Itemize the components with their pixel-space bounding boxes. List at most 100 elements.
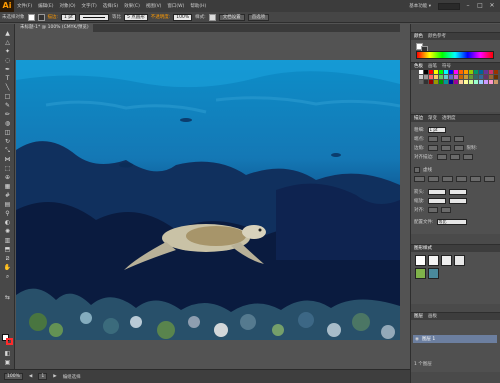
menu-effect[interactable]: 效果(C) [121, 3, 143, 9]
style-thumb-4[interactable] [454, 255, 465, 266]
dash-field-1[interactable] [414, 176, 425, 182]
color-swatch[interactable] [459, 75, 463, 79]
color-swatch[interactable] [449, 75, 453, 79]
type-tool-icon[interactable]: T [3, 75, 12, 83]
color-swatch[interactable] [464, 80, 468, 84]
arrow-extend-button[interactable] [427, 207, 438, 213]
start-scale-field[interactable] [427, 198, 446, 204]
brush-definition-field[interactable]: 5 点圆形 [123, 13, 148, 21]
workspace-switcher[interactable]: 基本功能 ▾ [406, 3, 434, 9]
align-outside-button[interactable] [462, 154, 473, 160]
menu-object[interactable]: 对象(O) [56, 3, 78, 9]
color-spectrum-bar[interactable] [416, 51, 494, 59]
round-cap-button[interactable] [440, 136, 451, 142]
color-swatch[interactable] [449, 70, 453, 74]
color-swatch[interactable] [444, 70, 448, 74]
projecting-cap-button[interactable] [453, 136, 464, 142]
style-thumb-3[interactable] [441, 255, 452, 266]
gradient-tool-icon[interactable]: ▤ [3, 201, 12, 209]
layer-row[interactable]: ◉ 图层 1 [413, 335, 497, 343]
menu-help[interactable]: 帮助(H) [187, 3, 209, 9]
color-swatch[interactable] [479, 80, 483, 84]
color-swatch[interactable] [474, 70, 478, 74]
stroke-box[interactable] [6, 338, 13, 345]
rectangle-tool-icon[interactable]: □ [3, 93, 12, 101]
style-thumb-default[interactable] [415, 255, 426, 266]
stroke-profile-preview[interactable] [78, 13, 109, 21]
color-swatch[interactable] [474, 80, 478, 84]
stroke-weight-field[interactable]: 1 pt [61, 13, 76, 21]
color-swatch[interactable] [494, 80, 498, 84]
search-input[interactable] [438, 2, 460, 10]
tab-transparency[interactable]: 透明度 [442, 115, 456, 122]
column-graph-tool-icon[interactable]: ▥ [3, 237, 12, 245]
start-arrow-select[interactable] [427, 189, 446, 195]
perspective-grid-tool-icon[interactable]: ▦ [3, 183, 12, 191]
color-swatch[interactable] [489, 70, 493, 74]
tab-stroke[interactable]: 描边 [414, 115, 423, 122]
eye-icon[interactable]: ◉ [415, 337, 419, 342]
stroke-color-swatch[interactable] [37, 13, 45, 21]
color-swatch[interactable] [454, 75, 458, 79]
color-swatch[interactable] [424, 80, 428, 84]
color-swatch[interactable] [469, 75, 473, 79]
style-thumb-6[interactable] [428, 268, 439, 279]
color-swatch[interactable] [434, 75, 438, 79]
eraser-tool-icon[interactable]: ◫ [3, 129, 12, 137]
color-swatch[interactable] [439, 70, 443, 74]
arrow-place-button[interactable] [440, 207, 451, 213]
menu-view[interactable]: 视图(V) [143, 3, 165, 9]
color-swatch[interactable] [429, 75, 433, 79]
menu-type[interactable]: 文字(T) [79, 3, 100, 9]
butt-cap-button[interactable] [427, 136, 438, 142]
opacity-label[interactable]: 不透明度: [151, 14, 171, 20]
lasso-tool-icon[interactable]: ◌ [3, 57, 12, 65]
color-swatch[interactable] [429, 70, 433, 74]
rotate-tool-icon[interactable]: ↻ [3, 138, 12, 146]
round-join-button[interactable] [440, 145, 451, 151]
color-swatch[interactable] [489, 80, 493, 84]
pencil-tool-icon[interactable]: ✏ [3, 111, 12, 119]
symbol-sprayer-tool-icon[interactable]: ✺ [3, 228, 12, 236]
maximize-icon[interactable]: □ [476, 2, 484, 10]
underwater-turtle-artwork[interactable] [16, 60, 400, 340]
direct-selection-tool-icon[interactable]: △ [3, 39, 12, 47]
tab-layers[interactable]: 图层 [414, 313, 423, 320]
gap-field-3[interactable] [484, 176, 495, 182]
selection-tool-icon[interactable]: ▲ [3, 30, 12, 38]
width-tool-icon[interactable]: ⋈ [3, 156, 12, 164]
tab-graphic-styles[interactable]: 图形样式 [414, 245, 432, 252]
fill-color-swatch[interactable] [27, 13, 35, 21]
paintbrush-tool-icon[interactable]: ✎ [3, 102, 12, 110]
tab-brushes[interactable]: 画笔 [428, 63, 437, 70]
draw-mode-icon[interactable]: ◧ [3, 350, 12, 358]
mesh-tool-icon[interactable]: # [3, 192, 12, 200]
color-swatch[interactable] [479, 70, 483, 74]
color-swatch[interactable] [464, 70, 468, 74]
color-swatch[interactable] [439, 75, 443, 79]
shape-builder-tool-icon[interactable]: ⊕ [3, 174, 12, 182]
artboard-tool-icon[interactable]: ⬒ [3, 246, 12, 254]
color-swatch[interactable] [494, 75, 498, 79]
color-swatch[interactable] [444, 75, 448, 79]
end-arrow-select[interactable] [448, 189, 467, 195]
graphic-style-swatch[interactable] [208, 13, 216, 21]
color-swatch[interactable] [459, 80, 463, 84]
stroke-weight-input[interactable]: 1 pt [427, 127, 446, 133]
minimize-icon[interactable]: – [464, 2, 472, 10]
color-swatch[interactable] [459, 70, 463, 74]
layer-name[interactable]: 图层 1 [422, 336, 435, 342]
color-swatch[interactable] [419, 75, 423, 79]
color-swatch[interactable] [484, 70, 488, 74]
close-icon[interactable]: ✕ [488, 2, 496, 10]
color-swatch[interactable] [439, 80, 443, 84]
blend-tool-icon[interactable]: ◐ [3, 219, 12, 227]
color-swatch[interactable] [454, 70, 458, 74]
color-swatch[interactable] [469, 70, 473, 74]
color-swatch[interactable] [419, 80, 423, 84]
color-swatch[interactable] [489, 75, 493, 79]
eyedropper-tool-icon[interactable]: ⚲ [3, 210, 12, 218]
dash-field-2[interactable] [442, 176, 453, 182]
artboard-number-field[interactable]: 1 [38, 373, 48, 380]
style-thumb-2[interactable] [428, 255, 439, 266]
